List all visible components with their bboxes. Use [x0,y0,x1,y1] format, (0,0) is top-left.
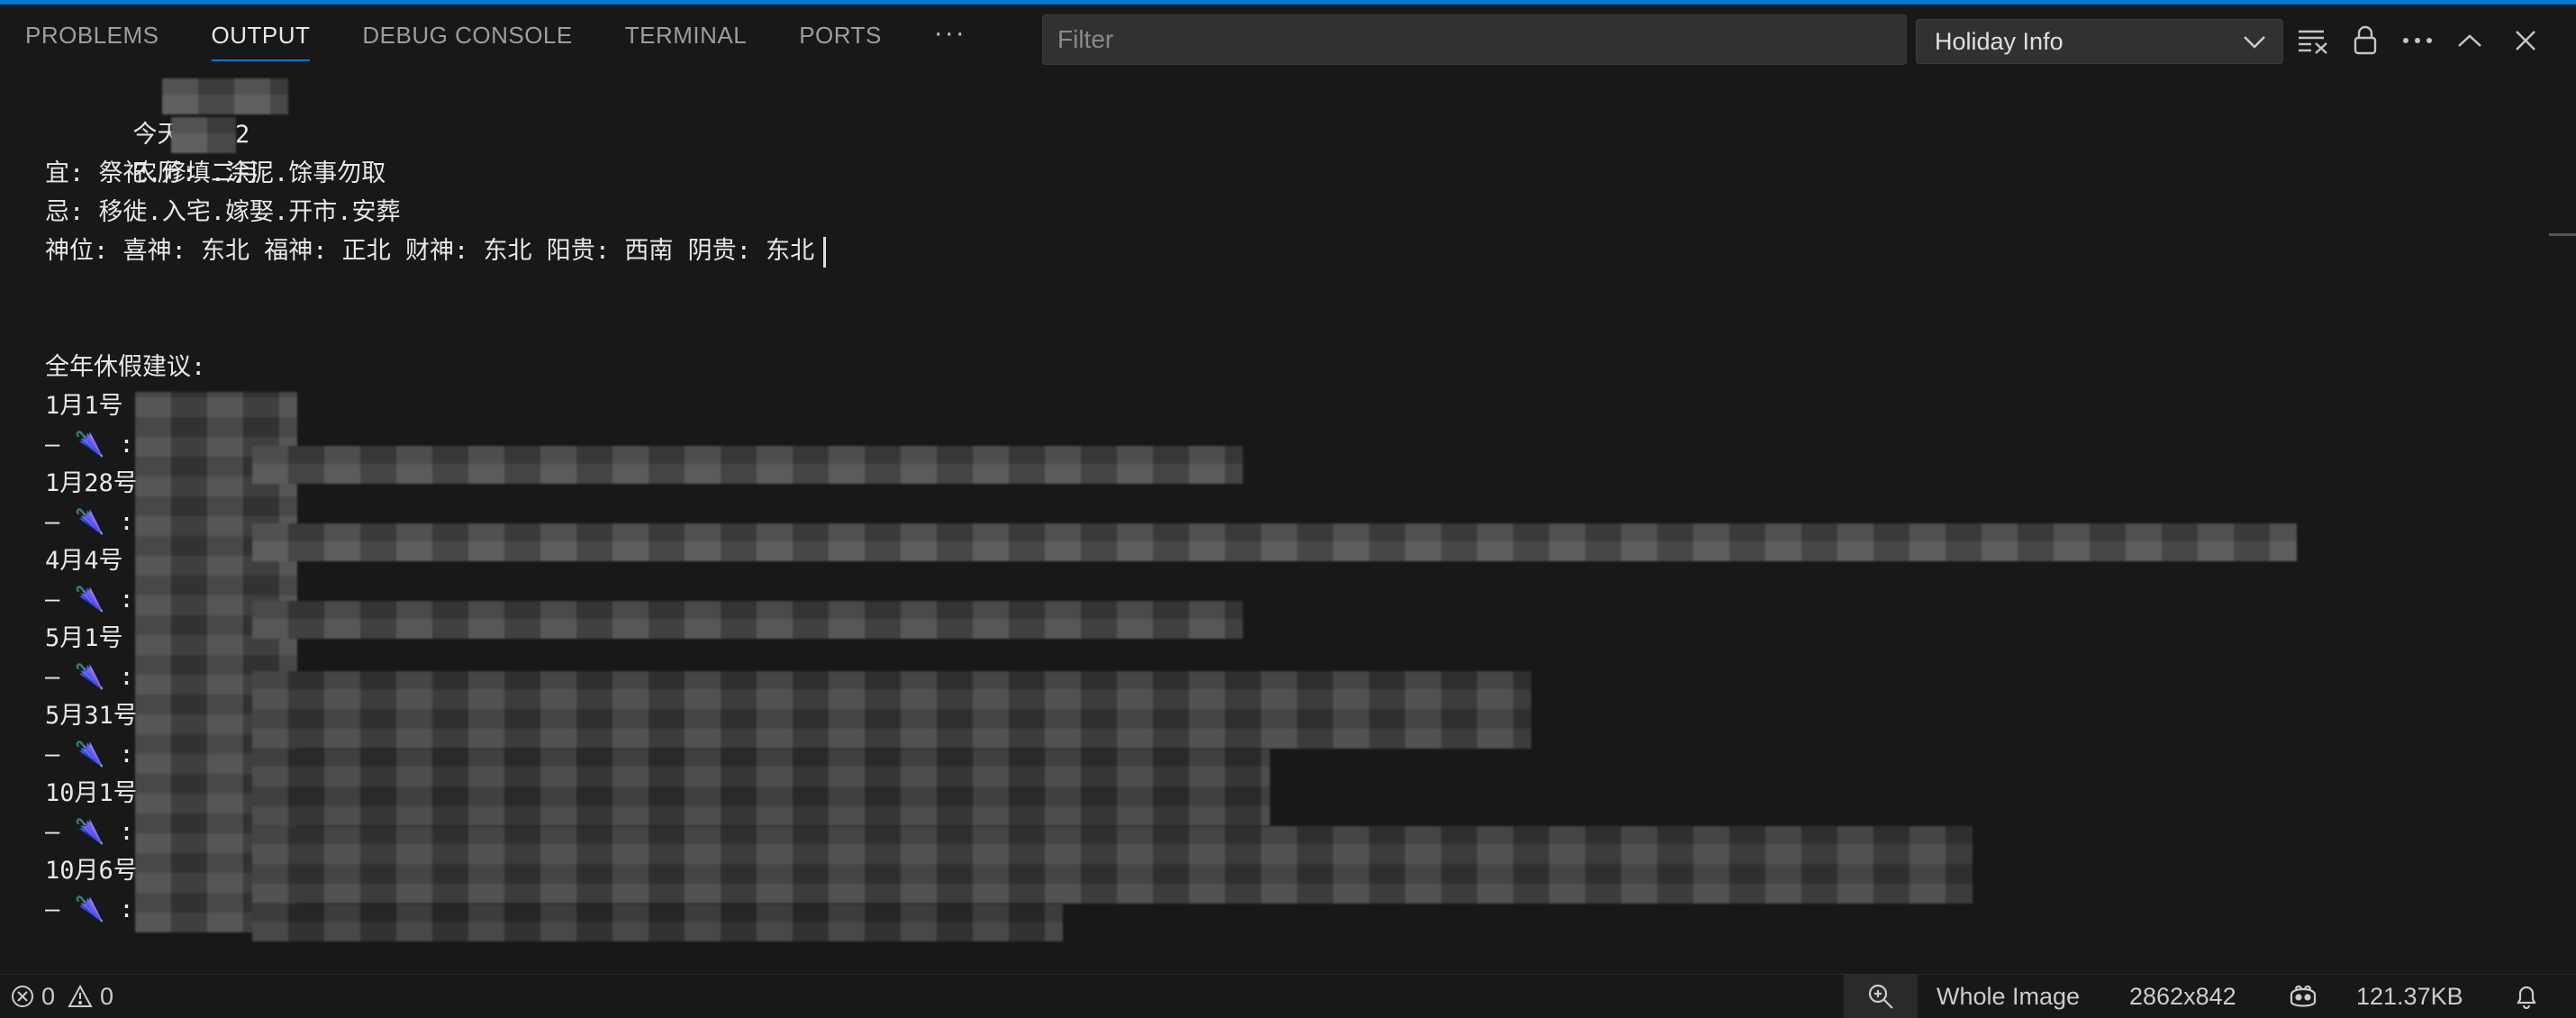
holiday-suggestion: — 🌂 : [45,508,134,536]
image-dimensions: 2862x842 [2129,982,2236,1010]
redacted-block [252,749,1270,826]
output-line-holiday-header: 全年休假建议: [45,353,206,381]
image-zoom-label[interactable]: Whole Image [1937,975,2080,1018]
clear-output-icon[interactable] [2295,23,2331,59]
redacted-block [162,78,288,114]
holiday-suggestion: — 🌂 : [45,663,134,691]
error-icon [11,985,34,1008]
text-cursor [823,236,827,268]
holiday-date: 1月1号 [45,392,123,420]
output-channel-label: Holiday Info [1935,27,2064,55]
redacted-block [252,446,1243,484]
redacted-block [252,826,1973,904]
copilot-icon[interactable] [2288,975,2318,1018]
zoom-icon[interactable] [1844,975,1918,1018]
umbrella-icon: 🌂 [74,586,105,614]
holiday-date: 4月4号 [45,547,123,575]
holiday-suggestion: — 🌂 : [45,741,134,768]
output-line-yi: 宜: 祭祀.修填.涂泥.馀事勿取 [45,159,386,187]
tab-problems[interactable]: PROBLEMS [25,5,159,72]
maximize-panel-icon[interactable] [2452,23,2488,59]
scroll-indicator[interactable] [2549,233,2576,236]
output-line-shenwei: 神位: 喜神: 东北 福神: 正北 财神: 东北 阳贵: 西南 阴贵: 东北 [45,232,827,270]
filter-input[interactable] [1042,14,1907,65]
redacted-block [252,671,1531,749]
warning-icon [68,985,93,1008]
holiday-date: 10月6号 [45,857,138,885]
status-bar: 0 0 Whole Image 2862x842 121.37KB [0,974,2576,1018]
redacted-block [252,904,1063,941]
lock-icon[interactable] [2347,23,2383,59]
file-size: 121.37KB [2356,982,2463,1010]
holiday-date: 5月1号 [45,624,123,652]
redacted-block [171,117,236,153]
bell-icon[interactable] [2515,975,2538,1018]
tab-terminal[interactable]: TERMINAL [625,5,747,72]
error-count: 0 [41,982,56,1010]
output-panel: PROBLEMS OUTPUT DEBUG CONSOLE TERMINAL P… [0,0,2576,1018]
holiday-suggestion: — 🌂 : [45,586,134,614]
more-tabs-icon[interactable]: ··· [934,5,966,72]
umbrella-icon: 🌂 [74,431,105,459]
tab-ports[interactable]: PORTS [799,5,882,72]
holiday-suggestion: — 🌂 : [45,431,134,459]
umbrella-icon: 🌂 [74,818,105,846]
output-line-ji: 忌: 移徙.入宅.嫁娶.开市.安葬 [45,198,401,226]
problems-status[interactable]: 0 0 [11,975,113,1018]
holiday-suggestion: — 🌂 : [45,895,134,923]
redacted-block [252,523,2297,561]
umbrella-icon: 🌂 [74,895,105,923]
warning-count: 0 [100,982,114,1010]
umbrella-icon: 🌂 [74,508,105,536]
more-actions-icon[interactable] [2399,23,2435,59]
holiday-date: 5月31号 [45,702,138,730]
tab-debug-console[interactable]: DEBUG CONSOLE [362,5,572,72]
holiday-date: 10月1号 [45,779,138,807]
panel-tabs: PROBLEMS OUTPUT DEBUG CONSOLE TERMINAL P… [25,5,966,72]
umbrella-icon: 🌂 [74,663,105,691]
chevron-down-icon [2243,28,2266,56]
close-panel-icon[interactable] [2508,23,2544,59]
tab-output[interactable]: OUTPUT [211,5,311,72]
holiday-suggestion: — 🌂 : [45,818,134,846]
holiday-date: 1月28号 [45,469,138,497]
output-channel-select[interactable]: Holiday Info [1916,19,2283,64]
redacted-block [252,601,1243,639]
umbrella-icon: 🌂 [74,741,105,768]
output-content[interactable]: 今天是202 农历: 二月 宜: 祭祀.修填.涂泥.馀事勿取 忌: 移徙.入宅.… [45,77,2540,975]
